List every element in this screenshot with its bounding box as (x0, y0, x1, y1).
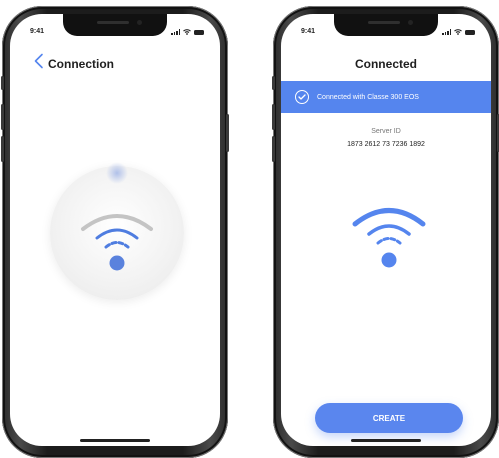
home-indicator[interactable] (351, 439, 421, 442)
server-id-label: Server ID (371, 128, 401, 135)
battery-icon (194, 29, 204, 35)
battery-icon (465, 29, 475, 35)
chevron-left-icon[interactable] (32, 53, 46, 69)
connection-screen: 9:41 Connection (10, 14, 220, 446)
wifi-connected-icon (352, 208, 426, 268)
mute-switch (272, 76, 275, 90)
wifi-status-icon (183, 29, 191, 35)
wifi-status-icon (454, 29, 462, 35)
volume-down-button (272, 136, 275, 162)
checkmark-circle-icon (295, 90, 309, 104)
volume-down-button (1, 136, 4, 162)
banner-text: Connected with Classe 300 EOS (317, 93, 419, 101)
phone-frame-connected: 9:41 Connected Connected with Classe 300… (272, 6, 499, 458)
notch (334, 14, 438, 36)
status-time: 9:41 (301, 28, 316, 35)
cellular-signal-icon (442, 29, 451, 35)
wifi-searching-icon (81, 214, 153, 271)
power-button (226, 114, 229, 152)
connection-success-banner: Connected with Classe 300 EOS (281, 81, 491, 113)
mute-switch (1, 76, 4, 90)
status-time: 9:41 (30, 28, 45, 35)
home-indicator[interactable] (80, 439, 150, 442)
phone-frame-connection: 9:41 Connection (1, 6, 229, 458)
page-title: Connected (354, 57, 417, 71)
volume-up-button (1, 104, 4, 130)
volume-up-button (272, 104, 275, 130)
connected-screen: 9:41 Connected Connected with Classe 300… (281, 14, 491, 446)
cellular-signal-icon (171, 29, 180, 35)
create-button[interactable]: CREATE (315, 403, 463, 433)
scanning-glow (106, 162, 128, 184)
notch (63, 14, 167, 36)
server-id-value: 1873 2612 73 7236 1892 (347, 141, 425, 148)
page-title: Connection (48, 57, 114, 71)
